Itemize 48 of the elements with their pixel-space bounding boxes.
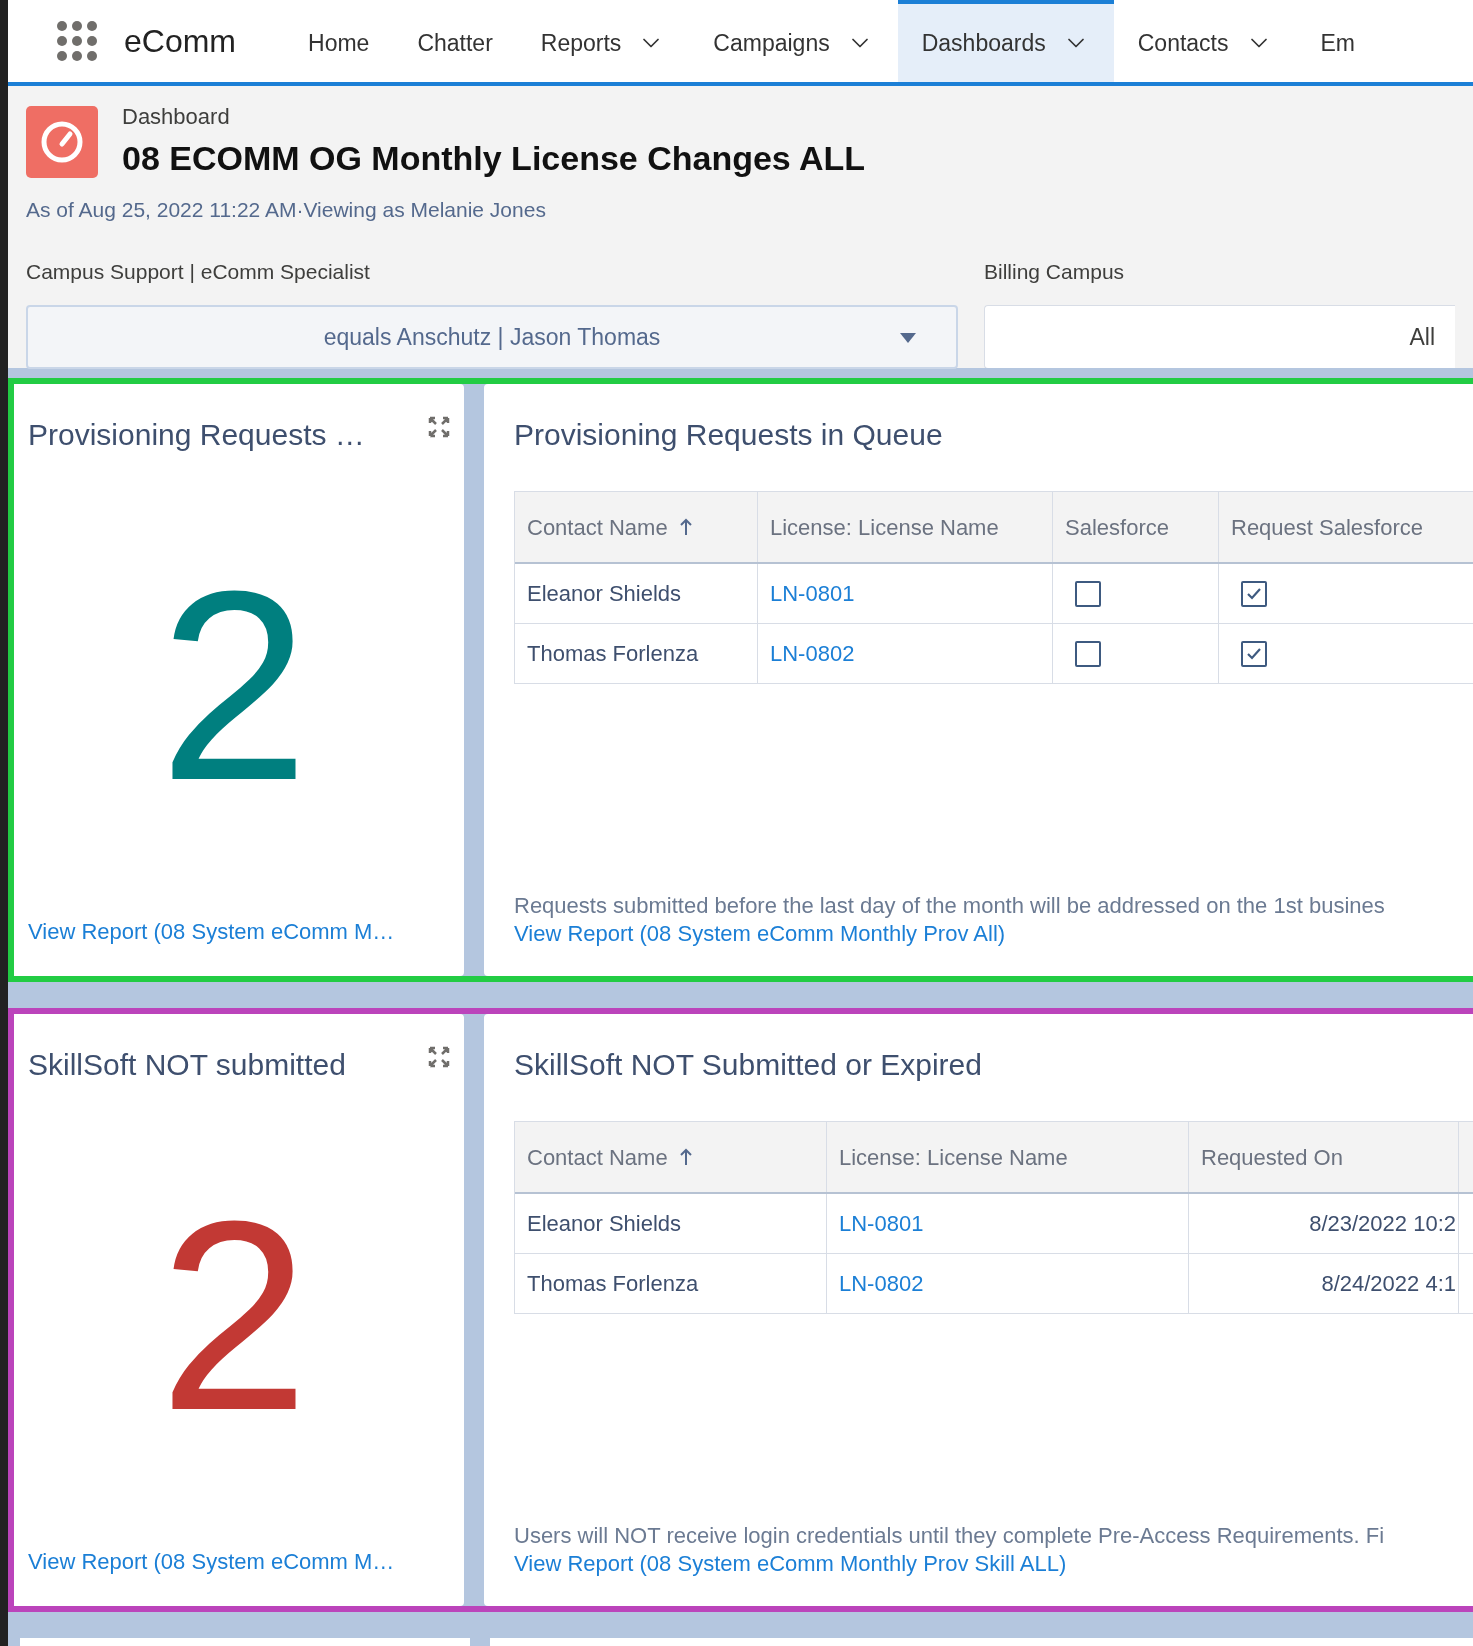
- view-report-link[interactable]: View Report (08 System eComm M…: [28, 1545, 450, 1578]
- table-cell-text: Thomas Forlenza: [527, 1270, 699, 1298]
- view-report-link[interactable]: View Report (08 System eComm M…: [28, 915, 450, 948]
- app-name: eComm: [124, 22, 236, 61]
- card-title: Provisioning Requests in Queue: [514, 417, 944, 453]
- expand-icon[interactable]: [428, 416, 450, 438]
- dashboard-type-label: Dashboard: [122, 103, 231, 131]
- column-header[interactable]: Salesforce: [1053, 492, 1219, 562]
- license-link[interactable]: LN-0802: [770, 637, 855, 670]
- card-title: SkillSoft NOT Submitted or Expired: [514, 1047, 983, 1083]
- dashboard-title: 08 ECOMM OG Monthly License Changes ALL: [122, 138, 866, 179]
- table-cell-text: Thomas Forlenza: [527, 640, 699, 668]
- license-link[interactable]: LN-0801: [839, 1207, 924, 1240]
- license-link[interactable]: LN-0802: [839, 1267, 924, 1300]
- filter-dropdown[interactable]: equals Anschutz | Jason Thomas: [26, 305, 958, 369]
- metric-value: 2: [158, 551, 311, 821]
- column-header[interactable]: Requested On: [1189, 1122, 1459, 1192]
- table-cell-text: Eleanor Shields: [527, 580, 682, 608]
- nav-tab[interactable]: Reports: [516, 0, 690, 82]
- app-launcher-icon[interactable]: [56, 20, 98, 62]
- view-report-link[interactable]: View Report (08 System eComm Monthly Prov Skill ALL): [514, 1550, 1067, 1578]
- column-header[interactable]: License: License Name: [827, 1122, 1189, 1192]
- card-title: Provisioning Requests …: [28, 417, 365, 453]
- column-header[interactable]: License: License Name: [758, 492, 1053, 562]
- nav-tab[interactable]: Home: [284, 0, 394, 82]
- metric-value: 2: [158, 1181, 311, 1451]
- nav-tab[interactable]: Chatter: [393, 0, 517, 82]
- table-cell-text: 8/23/2022 10:2: [1309, 1210, 1456, 1238]
- nav-tab[interactable]: Em: [1296, 0, 1379, 82]
- footer-note: Users will NOT receive login credentials until they complete Pre-Access Requirements. Fi: [514, 1522, 1386, 1550]
- nav-tab[interactable]: Dashboards: [897, 0, 1114, 82]
- filter-dropdown[interactable]: All: [984, 305, 1455, 369]
- column-header[interactable]: Request Salesforce: [1219, 492, 1473, 562]
- expand-icon[interactable]: [428, 1046, 450, 1068]
- table-cell-text: 8/24/2022 4:1: [1321, 1270, 1456, 1298]
- filter-label: Billing Campus: [984, 258, 1126, 285]
- column-header[interactable]: Contact Name: [515, 492, 758, 562]
- view-report-link[interactable]: View Report (08 System eComm Monthly Prov All): [514, 920, 1006, 948]
- footer-note: Requests submitted before the last day of the month will be addressed on the 1st busines: [514, 892, 1386, 920]
- column-header[interactable]: Contact Name: [515, 1122, 827, 1192]
- filter-label: Campus Support | eComm Specialist: [26, 258, 371, 285]
- nav-tab[interactable]: Contacts: [1113, 0, 1297, 82]
- card-title: SkillSoft NOT submitted: [28, 1047, 346, 1083]
- license-link[interactable]: LN-0801: [770, 577, 855, 610]
- table-cell-text: Eleanor Shields: [527, 1210, 682, 1238]
- dashboard-subtitle: As of Aug 25, 2022 11:22 AM·Viewing as Melanie Jones: [26, 197, 547, 223]
- nav-tab[interactable]: Campaigns: [689, 0, 898, 82]
- dashboard-gauge-icon: [26, 106, 98, 178]
